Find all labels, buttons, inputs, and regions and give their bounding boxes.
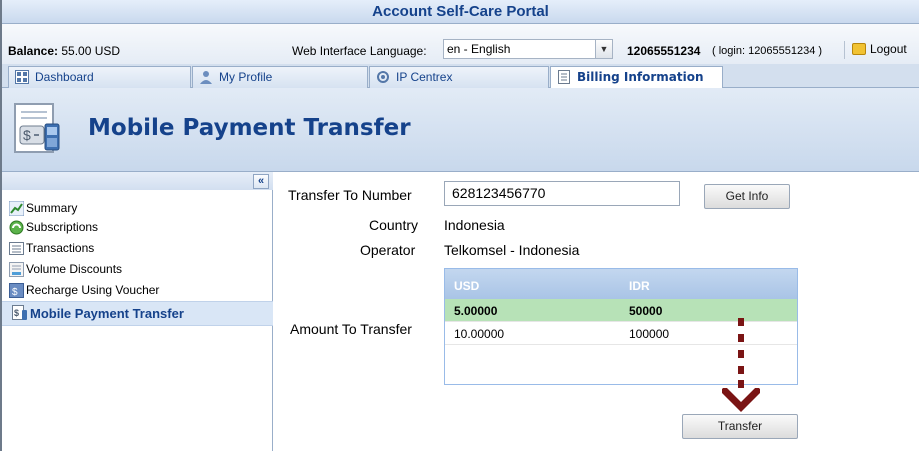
tab-billing-information[interactable]: Billing Information — [550, 66, 723, 89]
sidebar-item-mobile-payment-transfer[interactable]: $ Mobile Payment Transfer — [2, 301, 273, 326]
balance-label: Balance: — [8, 44, 59, 58]
sidebar-item-label: Summary — [26, 201, 78, 215]
cell-idr: 100000 — [629, 327, 670, 341]
lock-icon — [852, 42, 866, 55]
main-content: Transfer To Number 628123456770 Get Info… — [274, 172, 919, 451]
language-label: Web Interface Language: — [292, 44, 427, 58]
logout-button[interactable]: Logout — [852, 38, 907, 60]
svg-text:$: $ — [23, 127, 31, 143]
sidebar-item-volume-discounts[interactable]: Volume Discounts — [2, 259, 273, 280]
tab-label: IP Centrex — [396, 70, 453, 84]
language-select[interactable]: en - English ▼ — [443, 39, 613, 59]
chevron-down-icon[interactable]: ▼ — [595, 40, 612, 58]
operator-label: Operator — [360, 242, 416, 258]
login-info: ( login: 12065551234 ) — [712, 45, 823, 57]
table-row[interactable]: 10.00000 100000 — [445, 322, 797, 345]
sidebar-item-label: Transactions — [26, 241, 95, 255]
tab-my-profile[interactable]: My Profile — [192, 66, 368, 88]
tab-label: Billing Information — [577, 70, 704, 84]
tab-bar: Dashboard My Profile IP Centrex Billing … — [2, 64, 919, 89]
transfer-to-label: Transfer To Number — [288, 187, 412, 203]
sidebar-item-recharge-voucher[interactable]: $ Recharge Using Voucher — [2, 280, 273, 301]
sidebar-collapse-bar: « — [2, 172, 273, 190]
tab-label: My Profile — [219, 70, 273, 84]
page-header: $ Mobile Payment Transfer — [2, 88, 919, 172]
dashboard-icon — [15, 70, 29, 84]
country-label: Country — [369, 217, 419, 233]
arrow-down-icon — [722, 388, 760, 412]
network-icon — [376, 70, 390, 84]
sidebar-item-label: Recharge Using Voucher — [26, 283, 160, 297]
sidebar-item-label: Mobile Payment Transfer — [30, 306, 184, 321]
tab-ip-centrex[interactable]: IP Centrex — [369, 66, 549, 88]
svg-text:$: $ — [14, 308, 19, 318]
info-bar: Balance: 55.00 USD Web Interface Languag… — [2, 24, 919, 65]
amount-label: Amount To Transfer — [290, 321, 412, 337]
user-icon — [199, 70, 213, 84]
sidebar-item-summary[interactable]: Summary — [2, 198, 273, 219]
svg-text:$: $ — [12, 287, 18, 298]
column-header-idr[interactable]: IDR — [629, 279, 650, 293]
document-icon — [557, 70, 571, 84]
sidebar-item-transactions[interactable]: Transactions — [2, 238, 273, 259]
country-value: Indonesia — [444, 217, 505, 233]
operator-value: Telkomsel - Indonesia — [444, 242, 580, 258]
account-number: 12065551234 — [627, 44, 701, 58]
discount-icon — [9, 262, 24, 277]
sidebar-item-label: Subscriptions — [26, 220, 99, 234]
balance: Balance: 55.00 USD — [8, 44, 120, 58]
chart-icon — [8, 200, 25, 217]
column-header-usd[interactable]: USD — [454, 279, 479, 293]
tab-label: Dashboard — [35, 70, 94, 84]
app-title: Account Self-Care Portal — [2, 0, 919, 24]
collapse-button[interactable]: « — [253, 174, 269, 189]
logout-label: Logout — [870, 42, 907, 56]
language-value: en - English — [447, 42, 511, 56]
mobile-payment-icon: $ — [12, 305, 27, 320]
transfer-to-number-input[interactable]: 628123456770 — [444, 181, 680, 206]
balance-value: 55.00 USD — [61, 44, 121, 58]
voucher-icon: $ — [9, 283, 24, 298]
list-icon — [9, 241, 24, 256]
page-title: Mobile Payment Transfer — [88, 115, 411, 141]
sidebar-item-label: Volume Discounts — [26, 262, 123, 276]
transfer-button[interactable]: Transfer — [682, 414, 798, 439]
sidebar: « Summary Subscriptions Transactions Vol… — [2, 172, 273, 451]
cell-usd: 5.00000 — [454, 304, 498, 318]
grid-header: USD IDR — [445, 269, 797, 299]
get-info-button[interactable]: Get Info — [704, 184, 790, 209]
divider — [844, 41, 845, 59]
sidebar-item-subscriptions[interactable]: Subscriptions — [2, 217, 273, 238]
tab-dashboard[interactable]: Dashboard — [8, 66, 191, 88]
cell-usd: 10.00000 — [454, 327, 505, 341]
amount-grid: USD IDR 5.00000 50000 10.00000 100000 — [444, 268, 798, 385]
arrow-indicator-line — [738, 318, 744, 388]
recycle-icon — [9, 220, 24, 235]
mobile-payment-icon: $ — [12, 100, 68, 156]
table-row[interactable]: 5.00000 50000 — [445, 299, 797, 322]
cell-idr: 50000 — [629, 304, 663, 318]
